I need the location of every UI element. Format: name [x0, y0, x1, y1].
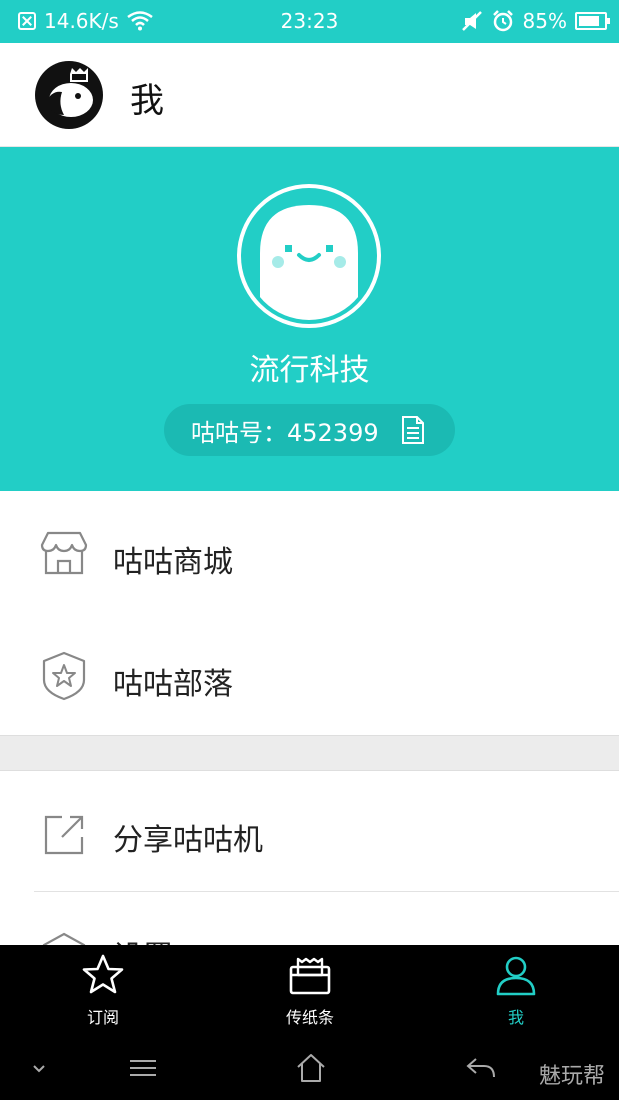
- menu-item-label: 咕咕部落: [113, 667, 233, 702]
- settings-icon: [42, 932, 86, 945]
- shield-star-icon: [42, 651, 86, 701]
- battery-fill: [579, 16, 600, 26]
- nav-tab-label: 订阅: [86, 1008, 119, 1027]
- store-icon: [40, 531, 88, 575]
- profile-name: 流行科技: [249, 353, 370, 388]
- menu-item-label: 咕咕商城: [113, 545, 233, 580]
- battery-icon: [575, 12, 610, 30]
- share-icon: [44, 815, 84, 855]
- menu-item-label: 设置: [113, 932, 173, 945]
- app-header: 我: [0, 43, 619, 147]
- mute-icon: [461, 11, 482, 31]
- status-bar: 14.6K/s 23:23 85%: [0, 0, 619, 43]
- bottom-nav: 订阅 传纸条 我: [0, 945, 619, 1037]
- home-icon[interactable]: [294, 1051, 328, 1085]
- star-icon: [82, 954, 124, 994]
- paper-note-icon: [289, 957, 331, 995]
- person-icon: [496, 956, 536, 996]
- back-icon[interactable]: [464, 1051, 498, 1085]
- nav-tab-paper-note[interactable]: 传纸条: [250, 945, 370, 1037]
- menu-icon[interactable]: [126, 1051, 160, 1085]
- watermark: 魅玩帮: [538, 1064, 605, 1089]
- system-nav-bar: [0, 1037, 619, 1100]
- profile-card: 流行科技 咕咕号：452399: [0, 147, 619, 491]
- menu-item-share[interactable]: 分享咕咕机: [0, 771, 619, 891]
- battery-percent: 85%: [522, 9, 567, 33]
- user-id-label: 咕咕号：452399: [191, 418, 379, 447]
- avatar[interactable]: [236, 183, 382, 329]
- nav-tab-me[interactable]: 我: [456, 945, 576, 1037]
- nav-tab-label: 传纸条: [285, 1008, 334, 1027]
- user-id-pill[interactable]: 咕咕号：452399: [164, 404, 455, 456]
- alarm-icon: [492, 10, 513, 32]
- copy-icon[interactable]: [399, 415, 427, 445]
- menu-item-tribe[interactable]: 咕咕部落: [0, 615, 619, 735]
- page-title: 我: [130, 81, 164, 121]
- menu-item-settings[interactable]: 设置: [0, 892, 619, 945]
- chevron-down-icon[interactable]: [22, 1051, 56, 1085]
- menu-item-store[interactable]: 咕咕商城: [0, 493, 619, 615]
- menu-item-label: 分享咕咕机: [113, 823, 263, 858]
- nav-tab-label: 我: [507, 1008, 524, 1027]
- app-logo[interactable]: [34, 60, 104, 130]
- nav-tab-subscribe[interactable]: 订阅: [43, 945, 163, 1037]
- section-gap: [0, 735, 619, 771]
